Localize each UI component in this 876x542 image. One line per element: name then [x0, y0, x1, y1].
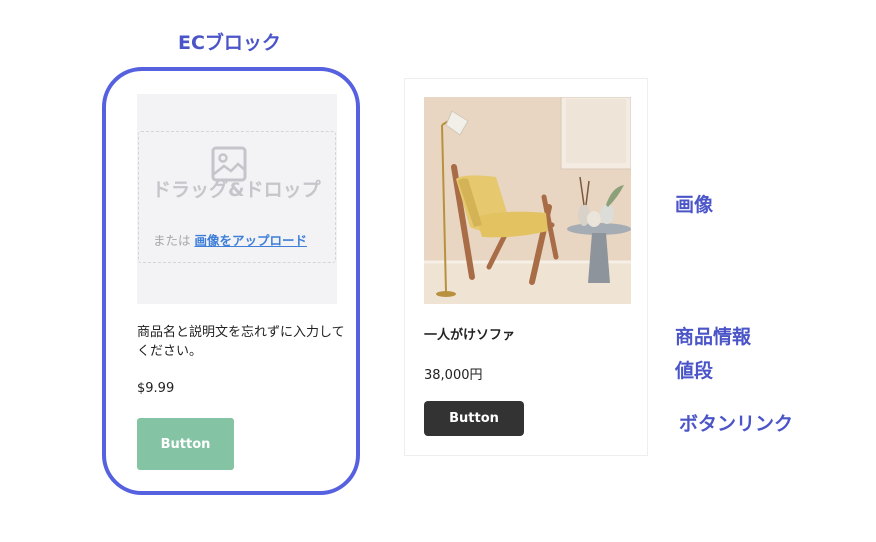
- price-annotation: 値段: [675, 360, 714, 382]
- image-annotation: 画像: [675, 194, 714, 216]
- product-button[interactable]: Button: [424, 401, 524, 436]
- ec-block-title: ECブロック: [178, 32, 281, 54]
- product-info-annotation: 商品情報: [675, 326, 752, 348]
- drag-drop-text: ドラッグ&ドロップ: [152, 179, 321, 201]
- or-text: または: [153, 233, 191, 248]
- upload-image-link[interactable]: 画像をアップロード: [195, 233, 308, 248]
- button-link-annotation: ボタンリンク: [679, 413, 794, 435]
- upload-line: または 画像をアップロード: [153, 230, 307, 249]
- image-placeholder-icon: [211, 146, 247, 182]
- product-description: 商品名と説明文を忘れずに入力してください。: [137, 325, 345, 359]
- product-image: [424, 97, 631, 304]
- product-price: 38,000円: [424, 368, 483, 383]
- product-price-placeholder: $9.99: [137, 381, 175, 396]
- placeholder-button[interactable]: Button: [137, 418, 234, 470]
- sofa-chair-photo: [424, 97, 631, 304]
- product-name: 一人がけソファ: [424, 328, 516, 343]
